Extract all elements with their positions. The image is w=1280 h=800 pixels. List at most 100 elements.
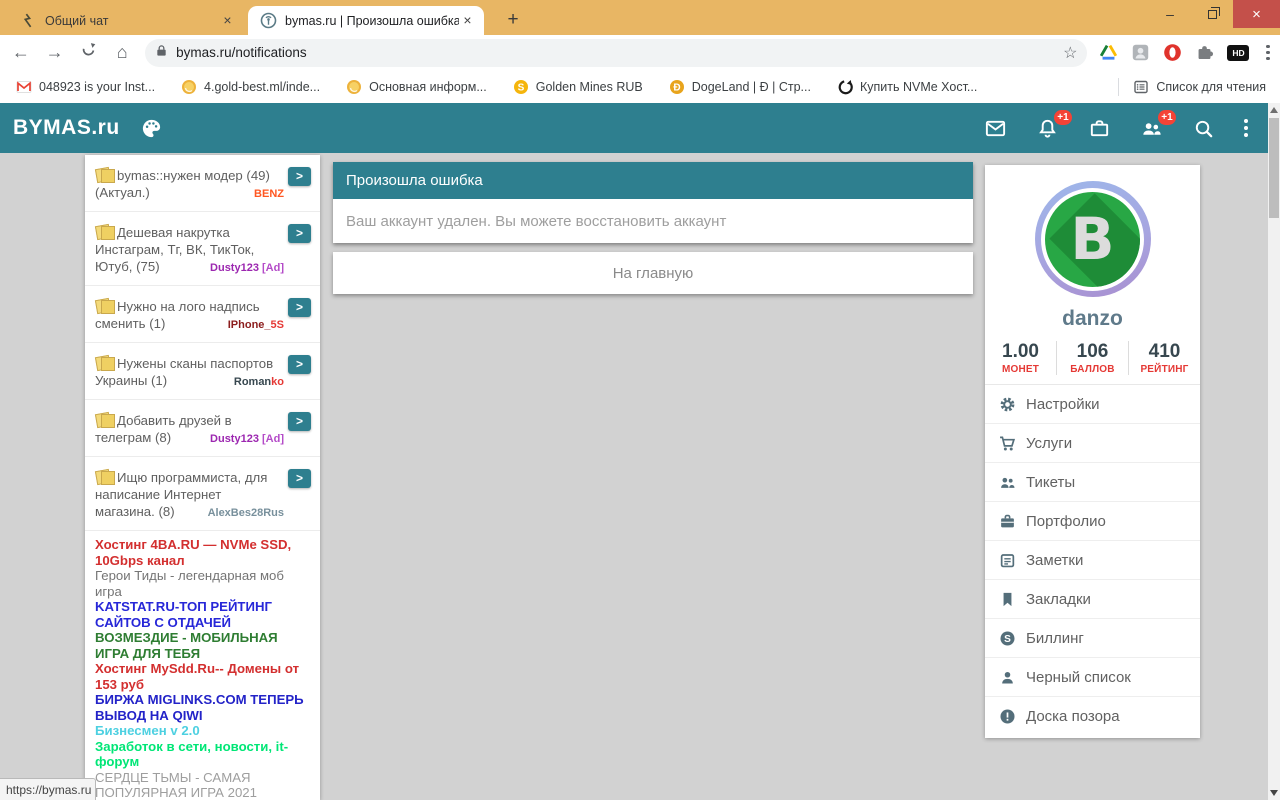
url-text[interactable]: bymas.ru/notifications <box>176 45 1063 60</box>
bookmark-item[interactable]: ÐDogeLand | Ð | Стр... <box>669 79 811 95</box>
red-extension-icon[interactable] <box>1163 43 1182 62</box>
coin-s-icon: S <box>513 79 529 95</box>
reload-icon[interactable] <box>76 42 102 64</box>
profile-menu-item-note[interactable]: Заметки <box>985 541 1200 580</box>
topic-open-button[interactable]: > <box>288 469 311 488</box>
ad-link[interactable]: Хостинг MySdd.Ru-- Домены от 153 руб <box>95 661 310 692</box>
svg-text:S: S <box>517 82 524 93</box>
bookmark-star-icon[interactable]: ☆ <box>1063 43 1077 63</box>
tab-bymas[interactable]: bymas.ru | Произошла ошибка × <box>248 6 484 35</box>
menu-item-label: Настройки <box>1026 396 1100 413</box>
site-logo[interactable]: BYMAS.ru <box>13 116 120 140</box>
ad-link[interactable]: Заработок в сети, новости, it-форум <box>95 739 310 770</box>
hd-extension-icon[interactable]: HD <box>1227 45 1249 61</box>
profile-menu-item-dollar[interactable]: S Биллинг <box>985 619 1200 658</box>
topic-open-button[interactable]: > <box>288 298 311 317</box>
main-content: Произошла ошибка Ваш аккаунт удален. Вы … <box>333 162 973 294</box>
tab-general-chat[interactable]: Общий чат × <box>8 6 244 35</box>
tab-strip: Общий чат × bymas.ru | Произошла ошибка … <box>0 0 1280 35</box>
svg-text:Ð: Ð <box>673 82 680 93</box>
profile-menu-item-gear[interactable]: Настройки <box>985 385 1200 424</box>
site-header: BYMAS.ru +1 +1 <box>0 103 1280 153</box>
profile-menu-item-alert[interactable]: Доска позора <box>985 697 1200 736</box>
header-actions: +1 +1 <box>984 117 1248 140</box>
address-bar[interactable]: bymas.ru/notifications ☆ <box>145 39 1087 67</box>
bookmark-label: Купить NVMe Хост... <box>860 80 977 94</box>
ad-link[interactable]: Герои Тиды - легендарная моб игра <box>95 568 310 599</box>
gear-icon <box>999 396 1016 413</box>
new-tab-button[interactable]: + <box>500 7 526 33</box>
gray-extension-icon[interactable] <box>1131 43 1150 62</box>
page-scrollbar[interactable] <box>1268 103 1280 800</box>
back-icon[interactable]: ← <box>8 42 34 63</box>
close-button[interactable]: × <box>1233 0 1280 28</box>
ad-link[interactable]: ВОЗМЕЗДИЕ - МОБИЛЬНАЯ ИГРА ДЛЯ ТЕБЯ <box>95 630 310 661</box>
friends-icon[interactable]: +1 <box>1140 117 1163 140</box>
ad-link[interactable]: Хостинг 4BA.RU — NVMe SSD, 10Gbps канал <box>95 537 310 568</box>
author-name-part: [Ad] <box>259 433 284 445</box>
profile-menu-item-people[interactable]: Тикеты <box>985 463 1200 502</box>
profile-menu-item-briefcase[interactable]: Портфолио <box>985 502 1200 541</box>
ad-link[interactable]: СЕРДЦЕ ТЬМЫ - САМАЯ ПОПУЛЯРНАЯ ИГРА 2021 <box>95 770 310 800</box>
profile-menu-item-bookmark[interactable]: Закладки <box>985 580 1200 619</box>
scroll-down-icon[interactable] <box>1270 790 1278 796</box>
avatar[interactable]: B <box>1035 181 1151 297</box>
dark-arrow-icon <box>837 79 853 95</box>
topic-row[interactable]: >Ищю программиста, для написание Интерне… <box>85 457 320 531</box>
scrollbar-thumb[interactable] <box>1269 118 1279 218</box>
bookmark-item[interactable]: SGolden Mines RUB <box>513 79 643 95</box>
restore-button[interactable] <box>1191 0 1233 28</box>
tab-close-icon[interactable]: × <box>459 12 476 29</box>
topic-row[interactable]: >Добавить друзей в телеграм (8)Dusty123 … <box>85 400 320 457</box>
puzzle-extensions-icon[interactable] <box>1195 43 1214 62</box>
ad-link[interactable]: БИРЖА MIGLINKS.COM ТЕПЕРЬ ВЫВОД НА QIWI <box>95 692 310 723</box>
home-link[interactable]: На главную <box>333 252 973 294</box>
ad-link[interactable]: KATSTAT.RU-ТОП РЕЙТИНГ САЙТОВ С ОТДАЧЕЙ <box>95 599 310 630</box>
drive-extension-icon[interactable] <box>1099 43 1118 62</box>
minimize-button[interactable]: – <box>1149 0 1191 28</box>
briefcase-icon[interactable] <box>1088 117 1111 140</box>
gmail-icon <box>16 79 32 95</box>
site-menu-icon[interactable] <box>1244 119 1248 137</box>
tab-close-icon[interactable]: × <box>219 12 236 29</box>
search-icon[interactable] <box>1192 117 1215 140</box>
topic-row[interactable]: >Дешевая накрутка Инстаграм, Тг, ВК, Тик… <box>85 212 320 286</box>
bookmark-item[interactable]: Купить NVMe Хост... <box>837 79 977 95</box>
reading-list[interactable]: Список для чтения <box>1118 78 1266 96</box>
scroll-up-icon[interactable] <box>1270 107 1278 113</box>
coin-d-icon: Ð <box>669 79 685 95</box>
menu-item-label: Заметки <box>1026 552 1083 569</box>
topic-open-button[interactable]: > <box>288 167 311 186</box>
topic-row[interactable]: >bymas::нужен модер (49) (Актуал.)BENZ <box>85 155 320 212</box>
bookmark-label: Основная информ... <box>369 80 487 94</box>
stat-value: 1.00 <box>985 341 1056 363</box>
bookmark-item[interactable]: 4.gold-best.ml/inde... <box>181 79 320 95</box>
error-card: Произошла ошибка Ваш аккаунт удален. Вы … <box>333 162 973 243</box>
topic-open-button[interactable]: > <box>288 355 311 374</box>
topic-open-button[interactable]: > <box>288 412 311 431</box>
profile-stat: 1.00МОНЕТ <box>985 341 1056 375</box>
mail-icon[interactable] <box>984 117 1007 140</box>
browser-menu-icon[interactable] <box>1266 45 1270 61</box>
notifications-bell-icon[interactable]: +1 <box>1036 117 1059 140</box>
palette-icon[interactable] <box>140 117 163 140</box>
sticky-note-icon <box>95 412 117 427</box>
username[interactable]: danzo <box>985 307 1200 331</box>
menu-item-label: Биллинг <box>1026 630 1084 647</box>
home-icon[interactable]: ⌂ <box>109 42 135 63</box>
topic-row[interactable]: >Нужены сканы паспортов Украины (1)Roman… <box>85 343 320 400</box>
restore-icon <box>1208 10 1217 19</box>
svg-text:S: S <box>1004 634 1011 645</box>
sticky-note-icon <box>95 469 117 484</box>
topic-open-button[interactable]: > <box>288 224 311 243</box>
forward-icon[interactable]: → <box>42 42 68 63</box>
topic-row[interactable]: >Нужно на лого надпись сменить (1)IPhone… <box>85 286 320 343</box>
bookmark-item[interactable]: Основная информ... <box>346 79 487 95</box>
author-name-part: BENZ <box>254 188 284 200</box>
bookmark-item[interactable]: 048923 is your Inst... <box>16 79 155 95</box>
profile-menu-item-person[interactable]: Черный список <box>985 658 1200 697</box>
profile-menu-item-cart[interactable]: Услуги <box>985 424 1200 463</box>
author-name-part: Dusty123 <box>210 262 259 274</box>
ad-link[interactable]: Бизнесмен v 2.0 <box>95 723 310 739</box>
window-controls: – × <box>1149 0 1280 28</box>
